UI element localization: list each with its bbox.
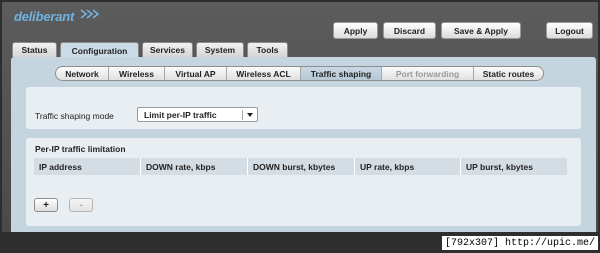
apply-button[interactable]: Apply: [333, 22, 378, 39]
content-panel: Network Wireless Virtual AP Wireless ACL…: [11, 57, 596, 232]
sub-tab-bar: Network Wireless Virtual AP Wireless ACL…: [55, 66, 544, 81]
chevron-down-icon: [247, 113, 253, 117]
logout-button[interactable]: Logout: [546, 22, 593, 39]
discard-button[interactable]: Discard: [383, 22, 436, 39]
watermark: [792x307] http://upic.me/: [441, 236, 598, 250]
subtab-network[interactable]: Network: [56, 67, 109, 80]
traffic-shaping-mode-section: Traffic shaping mode Limit per-IP traffi…: [26, 87, 581, 129]
subtab-static-routes[interactable]: Static routes: [474, 67, 543, 80]
traffic-shaping-mode-select[interactable]: Limit per-IP traffic: [137, 107, 258, 122]
limitation-table-header: IP address DOWN rate, kbps DOWN burst, k…: [34, 158, 567, 175]
deliberant-logo: deliberant: [14, 9, 75, 24]
column-ip-address: IP address: [34, 158, 141, 175]
tab-configuration[interactable]: Configuration: [60, 42, 139, 58]
remove-row-button: -: [69, 198, 93, 212]
page-background: deliberant Apply Discard Save & Apply Lo…: [2, 2, 598, 232]
per-ip-limitation-section: Per-IP traffic limitation IP address DOW…: [26, 138, 581, 226]
column-up-burst: UP burst, kbytes: [466, 161, 533, 172]
browser-frame: deliberant Apply Discard Save & Apply Lo…: [0, 0, 600, 253]
select-divider: [242, 110, 243, 120]
tab-system[interactable]: System: [196, 42, 244, 57]
add-row-button[interactable]: +: [34, 198, 58, 212]
subtab-wireless-acl[interactable]: Wireless ACL: [227, 67, 301, 80]
subtab-traffic-shaping[interactable]: Traffic shaping: [301, 67, 382, 80]
column-down-rate: DOWN rate, kbps: [141, 158, 248, 175]
traffic-shaping-mode-value: Limit per-IP traffic: [144, 109, 217, 120]
column-up-rate: UP rate, kbps: [355, 158, 461, 175]
subtab-port-forwarding: Port forwarding: [382, 67, 474, 80]
tab-tools[interactable]: Tools: [247, 42, 288, 57]
save-and-apply-button[interactable]: Save & Apply: [441, 22, 521, 39]
subtab-wireless[interactable]: Wireless: [109, 67, 165, 80]
column-down-burst: DOWN burst, kbytes: [248, 158, 355, 175]
tab-status[interactable]: Status: [12, 42, 57, 57]
subtab-virtual-ap[interactable]: Virtual AP: [165, 67, 227, 80]
per-ip-limitation-title: Per-IP traffic limitation: [35, 144, 126, 154]
tab-services[interactable]: Services: [142, 42, 193, 57]
traffic-shaping-mode-label: Traffic shaping mode: [35, 111, 114, 121]
logo-arrows-icon: [80, 9, 99, 19]
